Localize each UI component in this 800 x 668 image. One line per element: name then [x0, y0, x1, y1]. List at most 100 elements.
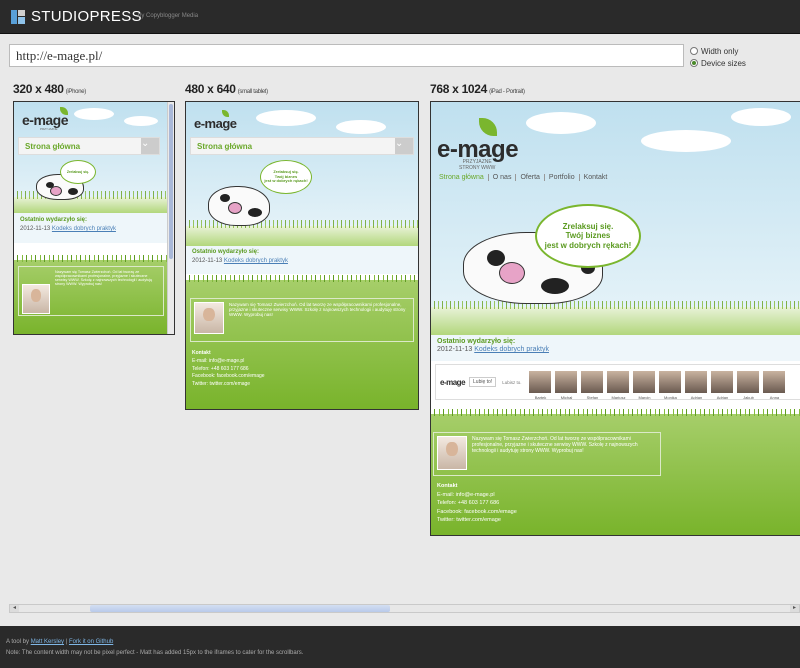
events-title: Ostatnio wydarzyło się: [20, 217, 88, 223]
nav-about[interactable]: O nas [487, 174, 516, 181]
iframe-ipad[interactable]: e-mage PRZYJAZNE STRONY WWW Strona główna… [430, 101, 800, 536]
fb-friend-avatar[interactable]: Adrian [711, 371, 734, 400]
event-link[interactable]: Kodeks dobrych praktyk [52, 226, 116, 232]
menu-toggle-button[interactable] [395, 138, 413, 154]
author-photo [437, 436, 467, 470]
site-logo[interactable]: e-mage [22, 112, 69, 128]
fb-friend-avatar[interactable]: Monika [659, 371, 682, 400]
github-link[interactable]: Fork it on Github [69, 639, 113, 645]
author-photo [194, 302, 224, 334]
device-label-iphone: 320 x 480 (iPhone) [13, 82, 86, 96]
contact-block: Kontakt E-mail: info@e-mage.pl Telefon: … [192, 350, 265, 389]
iframe-small-tablet[interactable]: e-mage Strona główna Zrelaksuj się.Twój … [185, 101, 419, 410]
url-input[interactable] [9, 44, 684, 67]
cloud [526, 112, 596, 134]
contact-facebook[interactable]: Facebook: facebook.com/emage [192, 373, 265, 381]
device-size: 768 x 1024 [430, 82, 488, 96]
fb-logo: e-mage [440, 377, 466, 387]
main-nav: Strona główna O nas Oferta Portfolio Kon… [435, 174, 611, 181]
scroll-right-arrow-icon[interactable]: ▸ [790, 605, 799, 612]
contact-twitter[interactable]: Twitter: twitter.com/emage [192, 381, 265, 389]
cloud [74, 108, 114, 120]
bio-box: Nazywam się Tomasz Zwierzchoń. Od lat tw… [190, 298, 414, 342]
site-logo[interactable]: e-mage [194, 116, 237, 131]
width-only-radio[interactable] [690, 47, 698, 55]
bio-text: Nazywam się Tomasz Zwierzchoń. Od lat tw… [229, 302, 406, 317]
menu-current: Strona główna [25, 142, 81, 151]
iframe-iphone[interactable]: e-mage PRZYJAZNE Strona główna Zrelaksuj… [13, 101, 175, 335]
scrollbar-thumb[interactable] [90, 605, 390, 612]
device-label-ipad: 768 x 1024 (iPad - Portrait) [430, 82, 525, 96]
event-link[interactable]: Kodeks dobrych praktyk [224, 258, 288, 264]
grass [186, 220, 418, 246]
event-link[interactable]: Kodeks dobrych praktyk [474, 346, 549, 353]
page-footer: A tool by Matt Kersley | Fork it on Gith… [0, 626, 800, 668]
site-tagline: PRZYJAZNE [40, 127, 58, 131]
mobile-menu[interactable]: Strona główna [190, 137, 414, 155]
cow-spot [220, 194, 230, 202]
author-link[interactable]: Matt Kersley [31, 639, 64, 645]
footer-note: Note: The content width may not be pixel… [6, 650, 304, 656]
cow-nose [499, 262, 525, 284]
cow-spot [541, 278, 569, 294]
nav-home[interactable]: Strona główna [435, 174, 488, 181]
site-tagline: PRZYJAZNE STRONY WWW [459, 159, 496, 171]
logo-icon [11, 10, 25, 24]
bubble-text: Zrelaksuj się. Twój biznes jest w dobrych … [544, 222, 632, 250]
contact-email[interactable]: E-mail: info@e-mage.pl [192, 358, 265, 366]
contact-facebook[interactable]: Facebook: facebook.com/emage [437, 508, 517, 517]
width-only-option[interactable]: Width only [690, 45, 738, 57]
device-size: 320 x 480 [13, 82, 64, 96]
menu-current: Strona główna [197, 142, 253, 151]
device-name: (iPhone) [65, 89, 87, 95]
cloud [336, 120, 386, 134]
event-date: 2012-11-13 [20, 226, 51, 232]
fb-friend-avatar[interactable]: Jakub [737, 371, 760, 400]
contact-phone: Telefon: +48 603 177 686 [192, 365, 249, 372]
cow-spot [248, 208, 262, 217]
fb-like-button[interactable]: Lubię to! [469, 377, 497, 387]
bubble-text: Zrelaksuj się. Twój biznes jest w dobrych … [264, 169, 308, 184]
footer-prefix: A tool by [6, 639, 30, 645]
event-line: 2012-11-13 Kodeks dobrych praktyk [20, 226, 168, 232]
events-section: Ostatnio wydarzyło się: 2012-11-13 Kodek… [14, 213, 174, 243]
cow-spot [68, 188, 78, 195]
device-sizes-option[interactable]: Device sizes [690, 57, 746, 69]
grass [14, 191, 174, 213]
brand-name[interactable]: STUDIOPRESS [31, 8, 142, 25]
device-label-small-tablet: 480 x 640 (small tablet) [185, 82, 268, 96]
cloud [124, 116, 158, 126]
contact-twitter[interactable]: Twitter: twitter.com/emage [437, 516, 517, 525]
menu-toggle-button[interactable] [141, 138, 159, 154]
scroll-left-arrow-icon[interactable]: ◂ [10, 605, 19, 612]
device-size: 480 x 640 [185, 82, 236, 96]
cloud [641, 130, 731, 152]
device-sizes-radio[interactable] [690, 59, 698, 67]
footer-credit: A tool by Matt Kersley | Fork it on Gith… [6, 637, 794, 648]
fb-friend-avatar[interactable]: Anna [763, 371, 786, 400]
event-date: 2012-11-13 [192, 258, 223, 264]
nav-offer[interactable]: Oferta [515, 174, 543, 181]
events-section: Ostatnio wydarzyło się: 2012-11-13 Kodek… [431, 335, 800, 361]
iframe-scrollbar[interactable] [167, 102, 174, 334]
contact-email[interactable]: E-mail: info@e-mage.pl [437, 491, 517, 500]
device-name: (iPad - Portrait) [489, 89, 525, 95]
nav-contact[interactable]: Kontakt [578, 174, 612, 181]
fb-friend-avatar[interactable]: Michał [555, 371, 578, 400]
cloud [256, 110, 316, 126]
cow-nose [228, 202, 242, 214]
event-date: 2012-11-13 [437, 346, 473, 353]
fb-friend-avatar[interactable]: Bartek [529, 371, 552, 400]
fb-friend-avatar[interactable]: Marcin [633, 371, 656, 400]
speech-bubble: Zrelaksuj się. Twój biznes jest w dobrych … [535, 204, 641, 268]
fb-like-count: Lubisz to. [502, 379, 522, 385]
mobile-menu[interactable]: Strona główna [18, 137, 160, 155]
fb-friend-avatar[interactable]: Stefan [581, 371, 604, 400]
fb-friend-avatar[interactable]: Adrian [685, 371, 708, 400]
page-horizontal-scrollbar[interactable]: ◂ ▸ [9, 604, 800, 613]
bio-box: Nazywam się Tomasz Zwierzchoń. Od lat tw… [433, 432, 661, 476]
fb-friend-avatar[interactable]: Mariusz [607, 371, 630, 400]
events-section: Ostatnio wydarzyło się: 2012-11-13 Kodek… [186, 246, 418, 274]
nav-portfolio[interactable]: Portfolio [543, 174, 579, 181]
contact-block: Kontakt E-mail: info@e-mage.pl Telefon: … [437, 482, 517, 525]
